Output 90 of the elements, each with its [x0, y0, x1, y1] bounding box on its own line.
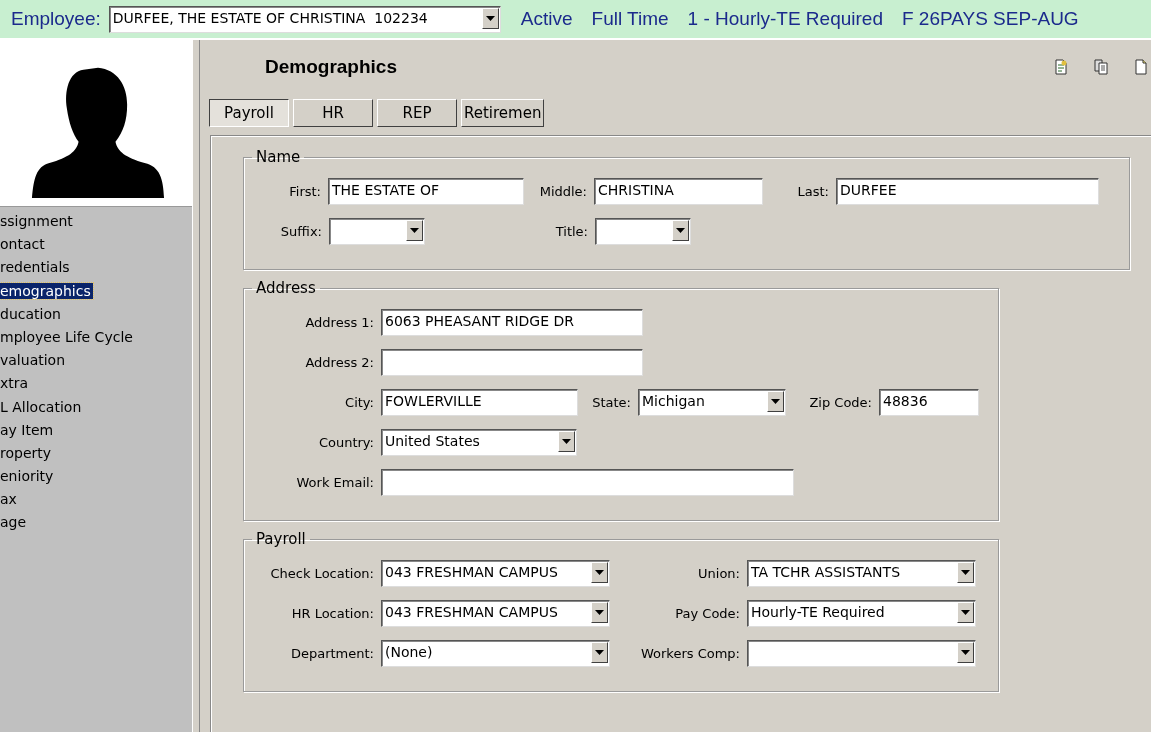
dropdown-button[interactable]	[672, 220, 689, 241]
nav-item[interactable]: xtra	[0, 375, 31, 392]
field-label: Middle:	[538, 184, 588, 199]
dropdown-field[interactable]: United States	[381, 429, 577, 456]
dropdown-field[interactable]	[595, 218, 691, 245]
field-label: Pay Code:	[674, 606, 741, 621]
field-label: Department:	[289, 646, 375, 661]
text-field[interactable]: DURFEE	[836, 178, 1099, 205]
dropdown-field[interactable]: 043 FRESHMAN CAMPUS	[381, 600, 610, 627]
dropdown-button[interactable]	[957, 642, 974, 663]
field-label: Country:	[317, 435, 375, 450]
group-title: Payroll	[255, 530, 307, 548]
employee-label: Employee:	[11, 8, 101, 30]
text-field[interactable]: 48836	[879, 389, 979, 416]
field-label: Check Location:	[269, 566, 375, 581]
report-icon[interactable]	[1053, 59, 1069, 75]
dropdown-button[interactable]	[481, 7, 499, 29]
text-field[interactable]	[381, 469, 794, 496]
dropdown-button[interactable]	[957, 562, 974, 583]
field-label: Suffix:	[279, 224, 323, 239]
nav-item[interactable]: mployee Life Cycle	[0, 328, 135, 345]
status-text: 1 - Hourly-TE Required	[687, 8, 883, 30]
field-label: Zip Code:	[808, 395, 873, 410]
field-label: City:	[344, 395, 375, 410]
field-label: First:	[288, 184, 322, 199]
field-label: Workers Comp:	[639, 646, 741, 661]
dropdown-field[interactable]	[747, 640, 976, 667]
nav-item[interactable]: ay Item	[0, 421, 56, 438]
dropdown-button[interactable]	[406, 220, 423, 241]
nav-item[interactable]: emographics	[0, 282, 93, 299]
status-text: Active	[520, 8, 573, 30]
dropdown-field[interactable]: (None)	[381, 640, 610, 667]
group-title: Name	[255, 148, 302, 166]
field-label: Union:	[697, 566, 741, 581]
splitter-bar[interactable]	[192, 40, 200, 732]
group-title: Address	[255, 279, 317, 297]
text-field[interactable]: FOWLERVILLE	[381, 389, 578, 416]
field-label: State:	[591, 395, 632, 410]
field-label: Address 1:	[304, 315, 375, 330]
caret-icon	[595, 650, 604, 655]
dropdown-button[interactable]	[767, 391, 784, 412]
dropdown-button[interactable]	[591, 562, 608, 583]
caret-icon	[595, 610, 604, 615]
text-field[interactable]: THE ESTATE OF	[328, 178, 524, 205]
field-label: Title:	[554, 224, 589, 239]
caret-icon	[676, 228, 685, 233]
nav-item[interactable]: roperty	[0, 444, 54, 461]
dropdown-button[interactable]	[558, 431, 575, 452]
page-icon[interactable]	[1133, 59, 1149, 75]
employee-dropdown[interactable]: DURFEE, THE ESTATE OF CHRISTINA 102234	[108, 5, 501, 33]
text-field[interactable]: 6063 PHEASANT RIDGE DR	[381, 309, 643, 336]
nav-item[interactable]: valuation	[0, 352, 68, 369]
tab[interactable]: HR	[293, 99, 373, 127]
nav-item[interactable]: eniority	[0, 468, 56, 485]
tab[interactable]: REP	[377, 99, 457, 127]
field-label: Work Email:	[295, 475, 375, 490]
pages-icon[interactable]	[1093, 59, 1109, 75]
dropdown-field[interactable]: 043 FRESHMAN CAMPUS	[381, 560, 610, 587]
caret-icon	[562, 439, 571, 444]
dropdown-field[interactable]: Michigan	[638, 389, 786, 416]
nav-item[interactable]: age	[0, 514, 29, 531]
field-label: Address 2:	[304, 355, 375, 370]
nav-item[interactable]: redentials	[0, 259, 72, 276]
dropdown-button[interactable]	[591, 602, 608, 623]
caret-icon	[485, 15, 495, 21]
dropdown-field[interactable]	[329, 218, 425, 245]
nav-item[interactable]: L Allocation	[0, 398, 84, 415]
dropdown-field[interactable]: Hourly-TE Required	[747, 600, 976, 627]
caret-icon	[771, 399, 780, 404]
dropdown-button[interactable]	[957, 602, 974, 623]
field-label: Last:	[796, 184, 830, 199]
caret-icon	[595, 570, 604, 575]
caret-icon	[410, 228, 419, 233]
nav-item[interactable]: ssignment	[0, 213, 75, 229]
field-label: HR Location:	[290, 606, 375, 621]
tab[interactable]: Payroll	[209, 99, 289, 127]
status-text: F 26PAYS SEP-AUG	[901, 8, 1079, 30]
text-field[interactable]	[381, 349, 643, 376]
caret-icon	[961, 650, 970, 655]
status-text: Full Time	[591, 8, 669, 30]
nav-item[interactable]: ax	[0, 491, 19, 508]
nav-item[interactable]: ducation	[0, 305, 63, 322]
text-field[interactable]: CHRISTINA	[594, 178, 763, 205]
caret-icon	[961, 610, 970, 615]
nav-item[interactable]: ontact	[0, 236, 47, 253]
panel-title: Demographics	[265, 56, 397, 78]
caret-icon	[961, 570, 970, 575]
tab[interactable]: Retiremen	[461, 99, 545, 127]
dropdown-field[interactable]: TA TCHR ASSISTANTS	[747, 560, 976, 587]
dropdown-button[interactable]	[591, 642, 608, 663]
